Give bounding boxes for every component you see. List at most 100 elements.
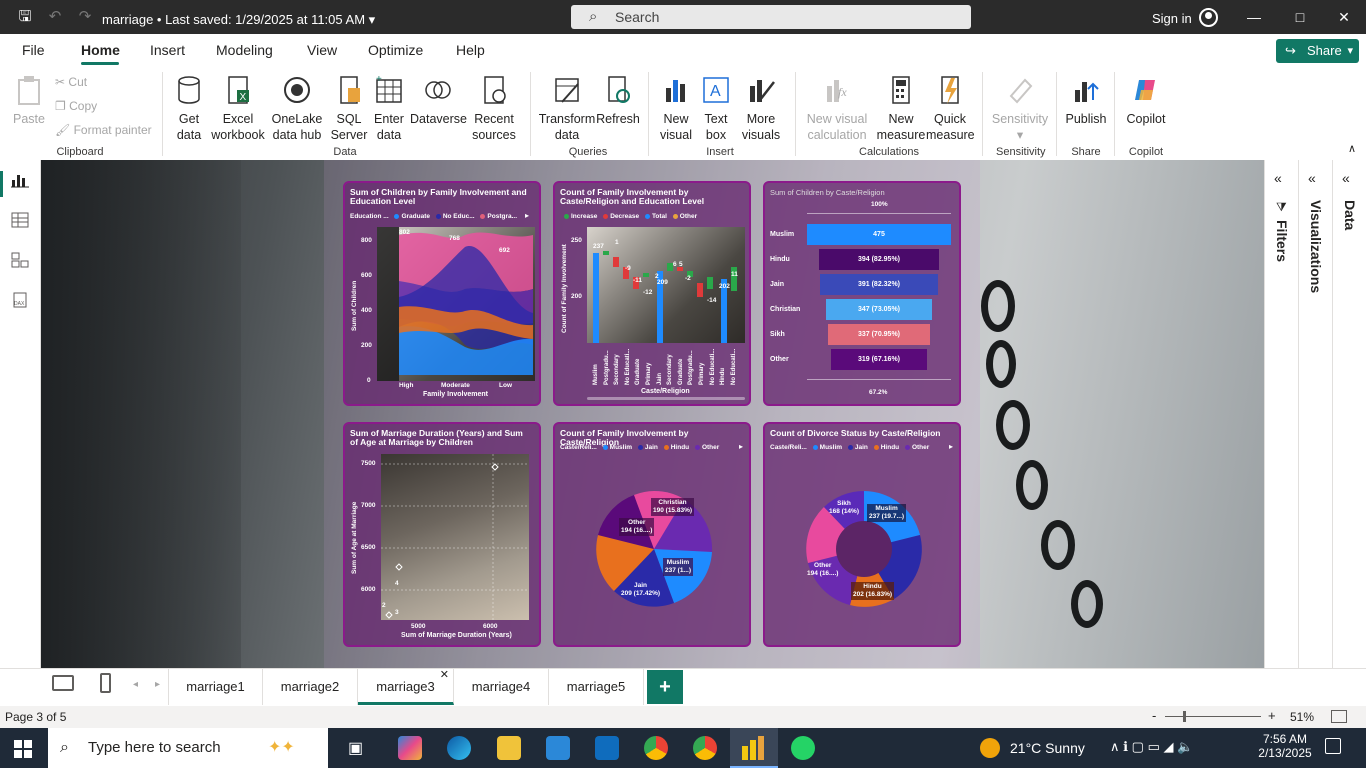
- sql-server-button[interactable]: SQL Server: [330, 74, 368, 143]
- zoom-slider[interactable]: [1165, 716, 1261, 717]
- bar-christian[interactable]: 347 (73.05%): [826, 299, 932, 320]
- menu-view[interactable]: View: [307, 42, 337, 58]
- page-tab[interactable]: marriage4: [454, 669, 549, 705]
- table-view-icon[interactable]: [10, 212, 30, 230]
- page-tab[interactable]: marriage2: [263, 669, 358, 705]
- legend-next-icon[interactable]: ▸: [739, 442, 743, 451]
- visualizations-label[interactable]: Visualizations: [1308, 200, 1324, 293]
- data-label[interactable]: Data: [1342, 200, 1358, 230]
- excel-workbook-button[interactable]: X Excel workbook: [211, 74, 265, 143]
- close-tab-icon[interactable]: ✕: [440, 657, 449, 693]
- edge-icon[interactable]: [447, 736, 471, 760]
- chart-family-involvement-pie[interactable]: Count of Family Involvement by Caste/Rel…: [553, 422, 751, 647]
- get-data-button[interactable]: Get data: [168, 74, 210, 143]
- store-icon[interactable]: [546, 736, 570, 760]
- chrome-icon[interactable]: [644, 736, 668, 760]
- system-tray-icons[interactable]: ∧ ℹ ▢ ▭ ◢ 🔈: [1110, 739, 1193, 755]
- mobile-layout-icon[interactable]: [100, 673, 111, 693]
- page-tab[interactable]: marriage1: [168, 669, 263, 705]
- text-box-button[interactable]: A Text box: [700, 74, 732, 143]
- zoom-out-button[interactable]: -: [1152, 708, 1156, 723]
- chrome-profile-icon[interactable]: [693, 736, 717, 760]
- expand-data-icon[interactable]: «: [1342, 170, 1350, 186]
- format-painter-button[interactable]: 🖌 Format painter: [55, 123, 152, 137]
- zoom-in-button[interactable]: +: [1268, 708, 1276, 723]
- dataverse-button[interactable]: Dataverse: [410, 74, 467, 127]
- visualizations-pane[interactable]: « Visualizations: [1298, 160, 1332, 668]
- outlook-icon[interactable]: [595, 736, 619, 760]
- collapse-ribbon-icon[interactable]: ∧: [1348, 142, 1356, 155]
- whatsapp-icon[interactable]: [791, 736, 815, 760]
- data-pane[interactable]: « Data: [1332, 160, 1366, 668]
- transform-data-button[interactable]: Transform data: [538, 74, 596, 143]
- bar-jain[interactable]: 391 (82.32%): [819, 274, 939, 295]
- menu-modeling[interactable]: Modeling: [216, 42, 273, 58]
- quick-measure-button[interactable]: Quick measure: [926, 74, 975, 143]
- horizontal-scrollbar[interactable]: [587, 397, 745, 400]
- report-view-icon[interactable]: [10, 172, 30, 190]
- bar-muslim[interactable]: 475: [807, 224, 951, 245]
- menu-optimize[interactable]: Optimize: [368, 42, 423, 58]
- onelake-button[interactable]: OneLake data hub: [267, 74, 327, 143]
- notifications-icon[interactable]: [1325, 738, 1341, 754]
- clock[interactable]: 7:56 AM 2/13/2025: [1255, 732, 1315, 760]
- save-icon[interactable]: 🖫: [16, 8, 34, 26]
- expand-filters-icon[interactable]: «: [1274, 170, 1282, 186]
- window-title[interactable]: marriage • Last saved: 1/29/2025 at 11:0…: [102, 12, 375, 28]
- powerbi-taskbar-button[interactable]: [730, 728, 778, 768]
- share-button[interactable]: ↪ Share ▾: [1276, 39, 1359, 63]
- weather-text[interactable]: 21°C Sunny: [1010, 740, 1085, 756]
- maximize-button[interactable]: □: [1290, 9, 1310, 25]
- scroll-left-icon[interactable]: ◂: [133, 679, 138, 690]
- report-canvas[interactable]: Sum of Children by Family Involvement an…: [41, 160, 1264, 668]
- bar-hindu[interactable]: 394 (82.95%): [819, 249, 939, 270]
- filters-label[interactable]: Filters: [1274, 220, 1290, 262]
- chart-marriage-duration-scatter[interactable]: Sum of Marriage Duration (Years) and Sum…: [343, 422, 541, 647]
- menu-file[interactable]: File: [22, 42, 45, 58]
- menu-home[interactable]: Home: [81, 42, 120, 58]
- search-box[interactable]: ⌕ Search: [571, 5, 971, 29]
- recent-sources-button[interactable]: Recent sources: [467, 74, 521, 143]
- file-explorer-icon[interactable]: [497, 736, 521, 760]
- publish-button[interactable]: Publish: [1064, 74, 1108, 127]
- taskbar-search[interactable]: ⌕ Type here to search ✦✦: [48, 728, 328, 768]
- page-tab-active[interactable]: marriage3 ✕: [358, 669, 454, 705]
- menu-insert[interactable]: Insert: [150, 42, 185, 58]
- refresh-button[interactable]: Refresh: [596, 74, 640, 127]
- paste-button[interactable]: Paste: [12, 74, 46, 127]
- windows-start-icon[interactable]: [14, 740, 32, 758]
- undo-icon[interactable]: ↶: [46, 8, 64, 26]
- dax-query-view-icon[interactable]: DAX: [10, 292, 30, 310]
- sign-in-link[interactable]: Sign in: [1152, 11, 1192, 26]
- chart-family-involvement-waterfall[interactable]: Count of Family Involvement by Caste/Rel…: [553, 181, 751, 406]
- sensitivity-button[interactable]: Sensitivity ▾: [990, 74, 1050, 143]
- copilot-button[interactable]: Copilot: [1122, 74, 1170, 127]
- new-visual-calculation-button[interactable]: fx New visual calculation: [802, 74, 872, 143]
- chart-children-by-family-involvement[interactable]: Sum of Children by Family Involvement an…: [343, 181, 541, 406]
- redo-icon[interactable]: ↷: [76, 8, 94, 26]
- cut-button[interactable]: ✂ Cut: [55, 75, 87, 89]
- minimize-button[interactable]: —: [1244, 9, 1264, 25]
- expand-visualizations-icon[interactable]: «: [1308, 170, 1316, 186]
- bar-sikh[interactable]: 337 (70.95%): [827, 324, 931, 345]
- filters-pane[interactable]: « ⧩ Filters: [1264, 160, 1298, 668]
- legend-next-icon[interactable]: ▸: [525, 211, 529, 220]
- chart-children-by-caste-religion[interactable]: Sum of Children by Caste/Religion 100% M…: [763, 181, 961, 406]
- copy-button[interactable]: ❐ Copy: [55, 99, 97, 113]
- fit-to-page-icon[interactable]: [1331, 710, 1347, 723]
- bar-other[interactable]: 319 (67.16%): [830, 349, 928, 370]
- copilot-app-icon[interactable]: [398, 736, 422, 760]
- account-icon[interactable]: [1199, 8, 1218, 27]
- page-tab[interactable]: marriage5: [549, 669, 644, 705]
- close-button[interactable]: ✕: [1334, 9, 1354, 26]
- task-view-icon[interactable]: ▣: [348, 738, 363, 758]
- legend-next-icon[interactable]: ▸: [949, 442, 953, 451]
- chart-divorce-status-donut[interactable]: Count of Divorce Status by Caste/Religio…: [763, 422, 961, 647]
- model-view-icon[interactable]: [10, 252, 30, 270]
- zoom-slider-thumb[interactable]: [1183, 711, 1186, 722]
- menu-help[interactable]: Help: [456, 42, 485, 58]
- more-visuals-button[interactable]: More visuals: [738, 74, 784, 143]
- new-visual-button[interactable]: New visual: [658, 74, 694, 143]
- desktop-layout-icon[interactable]: [52, 675, 74, 691]
- enter-data-button[interactable]: + Enter data: [371, 74, 407, 143]
